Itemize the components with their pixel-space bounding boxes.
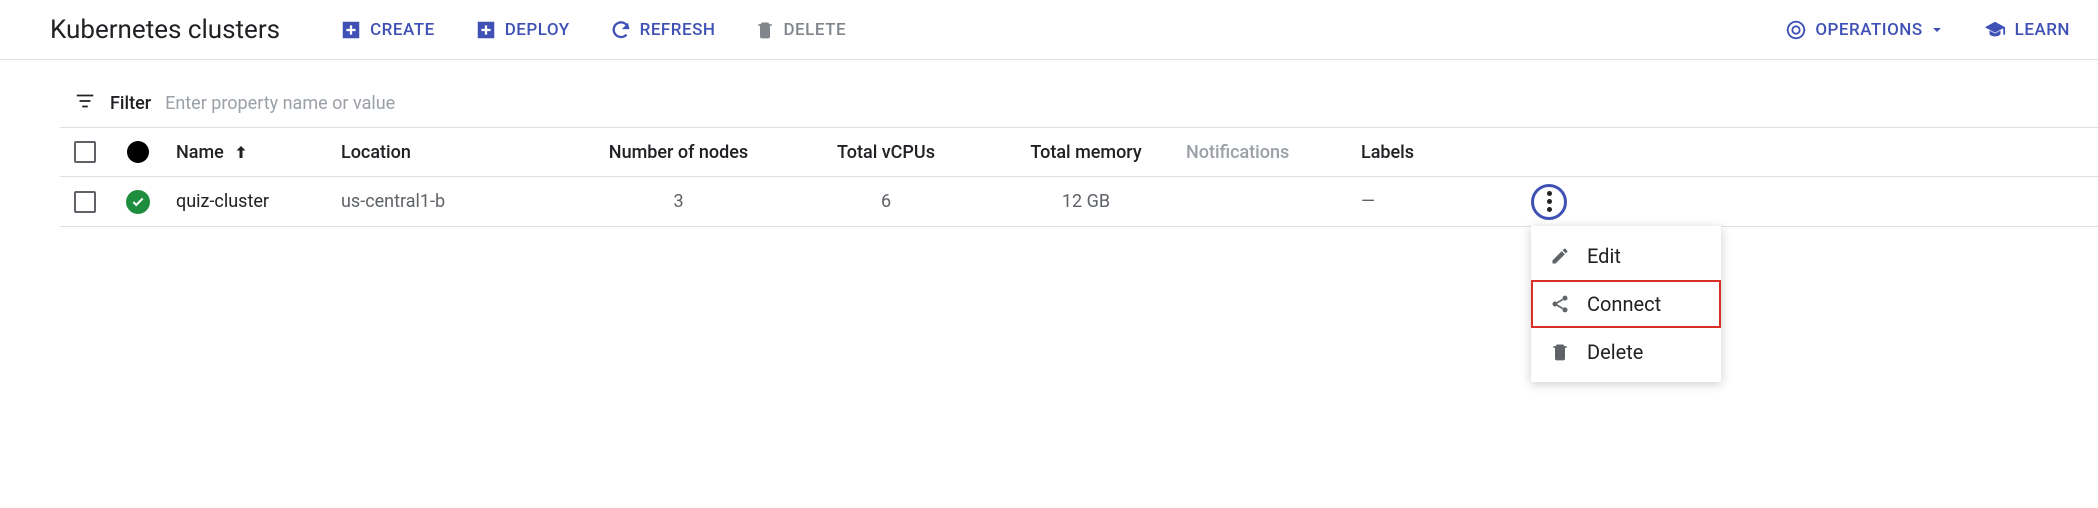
cell-nodes: 3 [571,191,786,212]
deploy-button[interactable]: DEPLOY [475,19,570,41]
column-header-nodes[interactable]: Number of nodes [571,142,786,163]
filter-label: Filter [110,93,151,114]
operations-label: OPERATIONS [1815,20,1922,40]
select-all-checkbox[interactable] [74,141,96,163]
clusters-table: Name Location Number of nodes Total vCPU… [60,127,2098,227]
share-icon [1549,293,1571,315]
table-header-row: Name Location Number of nodes Total vCPU… [60,127,2098,177]
chevron-down-icon [1931,24,1943,36]
column-header-name[interactable]: Name [166,142,341,163]
right-actions: OPERATIONS LEARN [1785,19,2070,41]
filter-icon [74,90,96,117]
page-header: Kubernetes clusters CREATE DEPLOY REFRES… [0,0,2098,60]
menu-item-delete-label: Delete [1587,340,1643,364]
cell-labels: — [1361,191,1531,212]
delete-label: DELETE [783,20,846,40]
menu-item-edit[interactable]: Edit [1531,232,1721,280]
deploy-label: DEPLOY [505,20,570,40]
sort-ascending-icon [232,143,250,161]
menu-item-connect[interactable]: Connect [1531,280,1721,328]
column-header-labels[interactable]: Labels [1361,142,1531,163]
status-column-icon [127,141,149,163]
menu-item-connect-label: Connect [1587,292,1661,316]
pencil-icon [1549,245,1571,267]
menu-item-delete[interactable]: Delete [1531,328,1721,376]
plus-box-icon [340,19,362,41]
graduation-cap-icon [1983,19,2007,41]
page-title: Kubernetes clusters [50,15,280,45]
menu-item-edit-label: Edit [1587,244,1621,268]
row-actions-menu: Edit Connect Delete [1531,226,1721,382]
target-icon [1785,19,1807,41]
status-ok-icon [126,190,150,214]
column-header-memory[interactable]: Total memory [986,142,1186,163]
operations-button[interactable]: OPERATIONS [1785,19,1942,41]
table-row[interactable]: quiz-cluster us-central1-b 3 6 12 GB — [60,177,2098,227]
column-header-vcpus[interactable]: Total vCPUs [786,142,986,163]
refresh-button[interactable]: REFRESH [610,19,716,41]
cell-memory: 12 GB [986,191,1186,212]
row-actions-menu-button[interactable] [1531,184,1567,220]
plus-box-icon [475,19,497,41]
content-area: Filter Name Location Number of nodes Tot… [0,60,2098,227]
cell-name[interactable]: quiz-cluster [166,191,341,212]
filter-input[interactable] [165,93,565,114]
filter-bar: Filter [60,80,2098,127]
refresh-icon [610,19,632,41]
column-header-notifications[interactable]: Notifications [1186,142,1361,163]
create-label: CREATE [370,20,435,40]
learn-label: LEARN [2015,20,2070,40]
trash-icon [755,19,775,41]
column-header-location[interactable]: Location [341,142,571,163]
row-checkbox[interactable] [74,191,96,213]
learn-button[interactable]: LEARN [1983,19,2070,41]
trash-icon [1549,341,1571,363]
cell-vcpus: 6 [786,191,986,212]
cell-location: us-central1-b [341,191,571,212]
delete-button[interactable]: DELETE [755,19,846,41]
create-button[interactable]: CREATE [340,19,435,41]
toolbar: CREATE DEPLOY REFRESH DELETE [340,19,1785,41]
refresh-label: REFRESH [640,20,716,40]
